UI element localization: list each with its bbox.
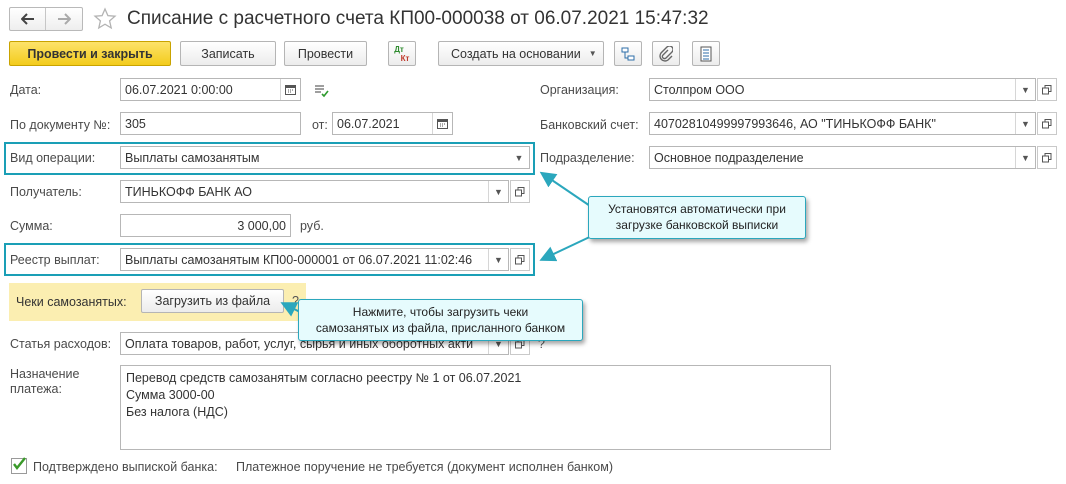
auto-set-callout: Установятся автоматически при загрузке б… (588, 196, 806, 239)
callout-arrows (280, 171, 597, 317)
auto-set-callout-line2: загрузке банковской выписки (615, 218, 779, 232)
load-file-callout-line2: самозанятых из файла, присланного банком (315, 321, 566, 335)
load-file-callout-line1: Нажмите, чтобы загрузить чеки (352, 305, 529, 319)
load-file-callout: Нажмите, чтобы загрузить чеки самозаняты… (298, 299, 583, 341)
auto-set-callout-line1: Установятся автоматически при (608, 202, 786, 216)
